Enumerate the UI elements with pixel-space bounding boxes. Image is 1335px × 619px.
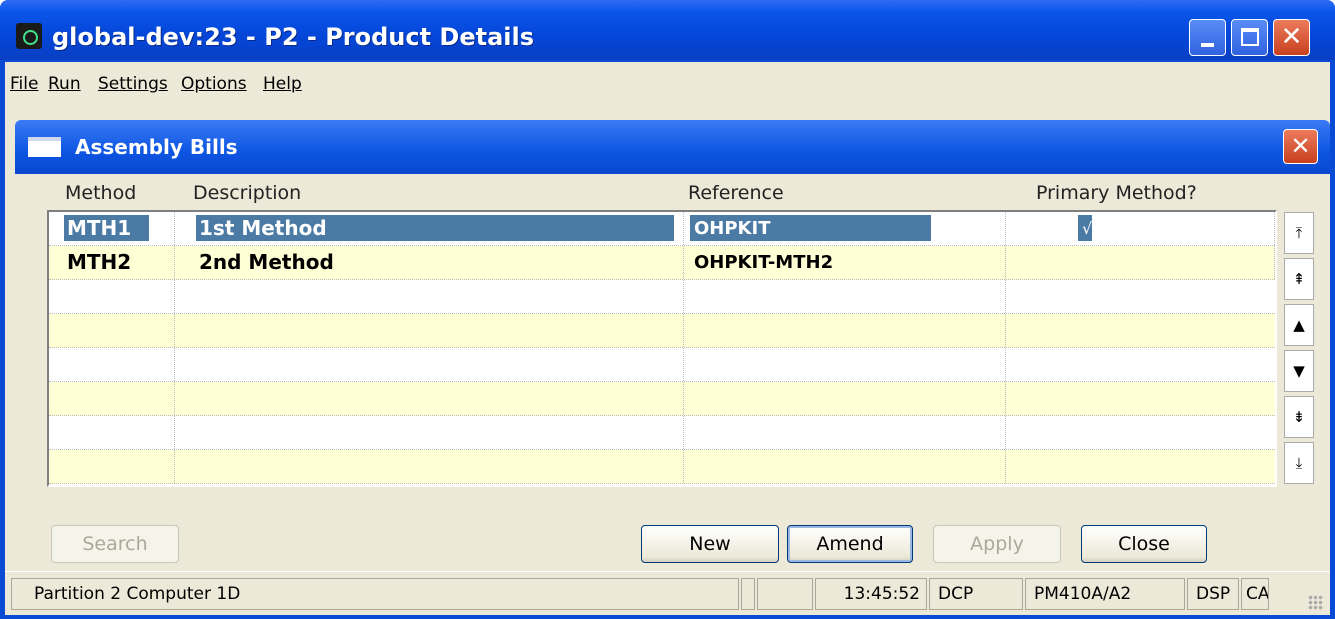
status-bar: Partition 2 Computer 1D 13:45:52 DCP PM4… bbox=[5, 571, 1330, 615]
application-window: global-dev:23 - P2 - Product Details ✕ F… bbox=[0, 0, 1335, 619]
close-icon: ✕ bbox=[1290, 132, 1311, 160]
table-row[interactable] bbox=[49, 382, 1275, 416]
menu-help-label: Help bbox=[263, 74, 302, 94]
status-program: PM410A/A2 bbox=[1025, 578, 1185, 610]
close-icon: ✕ bbox=[1280, 22, 1303, 52]
cell-reference[interactable] bbox=[684, 450, 1006, 483]
cell-method[interactable] bbox=[49, 314, 175, 347]
table-row[interactable]: MTH2 2nd Method OHPKIT-MTH2 bbox=[49, 246, 1275, 280]
cell-reference[interactable]: OHPKIT-MTH2 bbox=[684, 246, 1006, 279]
status-time: 13:45:52 bbox=[815, 578, 927, 610]
status-extra: CA bbox=[1241, 578, 1269, 610]
cell-description[interactable]: 2nd Method bbox=[175, 246, 684, 279]
apply-button[interactable]: Apply bbox=[933, 525, 1061, 563]
column-header-primary-method[interactable]: Primary Method? bbox=[1036, 182, 1197, 204]
menu-file[interactable]: File bbox=[10, 74, 38, 94]
cell-reference[interactable] bbox=[684, 382, 1006, 415]
cell-primary[interactable] bbox=[1006, 246, 1275, 279]
page-up-icon: ⇞ bbox=[1292, 270, 1306, 288]
cell-description[interactable] bbox=[175, 314, 684, 347]
cell-description[interactable]: 1st Method bbox=[175, 212, 684, 245]
close-dialog-button[interactable]: Close bbox=[1081, 525, 1207, 563]
status-spacer bbox=[741, 578, 755, 610]
table-row[interactable] bbox=[49, 280, 1275, 314]
cell-description[interactable] bbox=[175, 348, 684, 381]
menu-settings[interactable]: Settings bbox=[98, 74, 168, 94]
close-button[interactable]: ✕ bbox=[1273, 19, 1310, 56]
cell-method[interactable] bbox=[49, 450, 175, 483]
menu-run-label: Run bbox=[48, 74, 81, 94]
line-down-button[interactable]: ▼ bbox=[1284, 350, 1314, 392]
cell-reference[interactable] bbox=[684, 348, 1006, 381]
cell-description[interactable] bbox=[175, 382, 684, 415]
scroll-top-icon: ⤒ bbox=[1295, 224, 1303, 242]
amend-button[interactable]: Amend bbox=[787, 525, 913, 563]
table-row[interactable] bbox=[49, 314, 1275, 348]
cell-method[interactable] bbox=[49, 416, 175, 449]
cell-reference[interactable] bbox=[684, 314, 1006, 347]
table-row[interactable] bbox=[49, 416, 1275, 450]
cell-reference[interactable]: OHPKIT bbox=[684, 212, 1006, 245]
cell-method[interactable] bbox=[49, 348, 175, 381]
page-down-icon: ⇟ bbox=[1292, 408, 1306, 426]
menu-run[interactable]: Run bbox=[48, 74, 81, 94]
status-dsp: DSP bbox=[1187, 578, 1239, 610]
methods-grid[interactable]: MTH1 1st Method OHPKIT √ MTH2 2nd Method… bbox=[47, 210, 1277, 487]
new-button[interactable]: New bbox=[641, 525, 779, 563]
column-header-method[interactable]: Method bbox=[65, 182, 136, 204]
menu-bar: File Run Settings Options Help bbox=[5, 62, 1330, 104]
cell-reference[interactable] bbox=[684, 416, 1006, 449]
scroll-top-button[interactable]: ⤒ bbox=[1284, 212, 1314, 254]
dialog-close-button[interactable]: ✕ bbox=[1283, 129, 1318, 164]
line-up-button[interactable]: ▲ bbox=[1284, 304, 1314, 346]
line-down-icon: ▼ bbox=[1293, 362, 1305, 380]
minimize-button[interactable] bbox=[1189, 19, 1226, 56]
menu-file-label: File bbox=[10, 74, 39, 94]
cell-reference[interactable] bbox=[684, 280, 1006, 313]
line-up-icon: ▲ bbox=[1293, 316, 1305, 334]
dialog-title-bar[interactable]: Assembly Bills ✕ bbox=[15, 120, 1330, 174]
window-icon bbox=[28, 137, 61, 157]
page-down-button[interactable]: ⇟ bbox=[1284, 396, 1314, 438]
menu-settings-label: Settings bbox=[98, 74, 168, 94]
app-icon[interactable] bbox=[16, 23, 42, 49]
cell-method[interactable]: MTH2 bbox=[49, 246, 175, 279]
cell-method[interactable] bbox=[49, 382, 175, 415]
cell-primary[interactable]: √ bbox=[1006, 212, 1275, 245]
menu-options-label: Options bbox=[181, 74, 247, 94]
page-up-button[interactable]: ⇞ bbox=[1284, 258, 1314, 300]
cell-description[interactable] bbox=[175, 280, 684, 313]
menu-options[interactable]: Options bbox=[181, 74, 247, 94]
table-row[interactable] bbox=[49, 348, 1275, 382]
dialog-title: Assembly Bills bbox=[75, 135, 238, 159]
search-button[interactable]: Search bbox=[51, 525, 179, 563]
column-header-description[interactable]: Description bbox=[193, 182, 301, 204]
maximize-button[interactable] bbox=[1231, 19, 1268, 56]
table-row[interactable] bbox=[49, 450, 1275, 484]
cell-description[interactable] bbox=[175, 416, 684, 449]
status-mode: DCP bbox=[929, 578, 1023, 610]
table-row[interactable]: MTH1 1st Method OHPKIT √ bbox=[49, 212, 1275, 246]
grid-scroll-controls: ⤒ ⇞ ▲ ▼ ⇟ ⤓ bbox=[1284, 210, 1316, 488]
status-partition: Partition 2 Computer 1D bbox=[11, 578, 739, 610]
scroll-bottom-icon: ⤓ bbox=[1295, 454, 1303, 472]
window-title: global-dev:23 - P2 - Product Details bbox=[52, 23, 535, 51]
cell-method[interactable] bbox=[49, 280, 175, 313]
status-spacer bbox=[757, 578, 813, 610]
client-area: Assembly Bills ✕ Method Description Refe… bbox=[5, 104, 1330, 571]
title-bar[interactable]: global-dev:23 - P2 - Product Details ✕ bbox=[0, 0, 1335, 60]
scroll-bottom-button[interactable]: ⤓ bbox=[1284, 442, 1314, 484]
cell-method[interactable]: MTH1 bbox=[49, 212, 175, 245]
resize-grip-icon[interactable] bbox=[1308, 595, 1324, 611]
menu-help[interactable]: Help bbox=[263, 74, 302, 94]
column-header-reference[interactable]: Reference bbox=[688, 182, 784, 204]
cell-description[interactable] bbox=[175, 450, 684, 483]
